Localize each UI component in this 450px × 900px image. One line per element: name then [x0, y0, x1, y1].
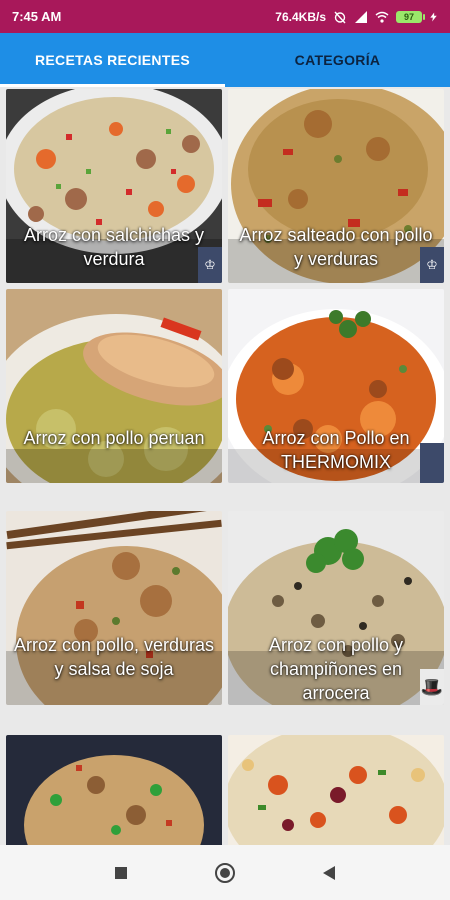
recipe-card[interactable]: Arroz con pollo peruan: [6, 289, 222, 483]
signal-icon: [355, 10, 367, 23]
recents-button[interactable]: [109, 861, 133, 885]
recipe-card[interactable]: Arroz con salchichas y verdura ♔: [6, 89, 222, 283]
back-triangle-icon: [323, 865, 335, 880]
recipe-card[interactable]: Arroz salteado con pollo y verduras ♔: [228, 89, 444, 283]
tab-label: CATEGORÍA: [294, 52, 381, 68]
chef-icon: [420, 443, 444, 483]
tab-label: RECETAS RECIENTES: [35, 52, 190, 68]
chef-icon: ♔: [420, 247, 444, 283]
recipe-photo: [6, 735, 222, 845]
system-navigation-bar: [0, 845, 450, 900]
square-icon: [115, 866, 127, 879]
tab-categoria[interactable]: CATEGORÍA: [225, 33, 450, 87]
recipe-title: Arroz con pollo, verduras y salsa de soj…: [13, 635, 215, 679]
status-time: 7:45 AM: [12, 9, 62, 24]
recipe-title: Arroz con pollo y champiñones en arrocer…: [268, 635, 404, 703]
tab-bar: RECETAS RECIENTES CATEGORÍA: [0, 33, 450, 87]
circle-icon: [215, 862, 235, 883]
status-icons: 76.4KB/s 97: [275, 10, 438, 24]
recipe-photo: [6, 289, 222, 483]
recipe-card[interactable]: [228, 735, 444, 845]
status-bar: 7:45 AM 76.4KB/s 97: [0, 0, 450, 33]
tab-recetas-recientes[interactable]: RECETAS RECIENTES: [0, 33, 225, 87]
back-button[interactable]: [317, 861, 341, 885]
recipe-photo: [228, 735, 444, 845]
network-speed: 76.4KB/s: [275, 9, 326, 24]
recipe-grid: Arroz con salchichas y verdura ♔ Arroz s…: [0, 87, 450, 845]
recipe-title: Arroz con Pollo en THERMOMIX: [262, 428, 410, 472]
recipe-card[interactable]: [6, 735, 222, 845]
battery-icon: 97: [396, 10, 425, 23]
chef-icon: 🎩: [420, 669, 444, 705]
recipe-card[interactable]: Arroz con pollo y champiñones en arrocer…: [228, 511, 444, 705]
recipe-title: Arroz con salchichas y verdura: [23, 225, 205, 269]
recipe-card[interactable]: Arroz con Pollo en THERMOMIX: [228, 289, 444, 483]
chef-icon: ♔: [198, 247, 222, 283]
wifi-icon: [375, 11, 389, 23]
recipe-title: Arroz salteado con pollo y verduras: [239, 225, 433, 269]
charging-icon: [430, 12, 437, 21]
home-button[interactable]: [213, 861, 237, 885]
recipe-title: Arroz con pollo peruan: [23, 428, 205, 448]
recipe-card[interactable]: Arroz con pollo, verduras y salsa de soj…: [6, 511, 222, 705]
alarm-off-icon: [334, 11, 346, 23]
